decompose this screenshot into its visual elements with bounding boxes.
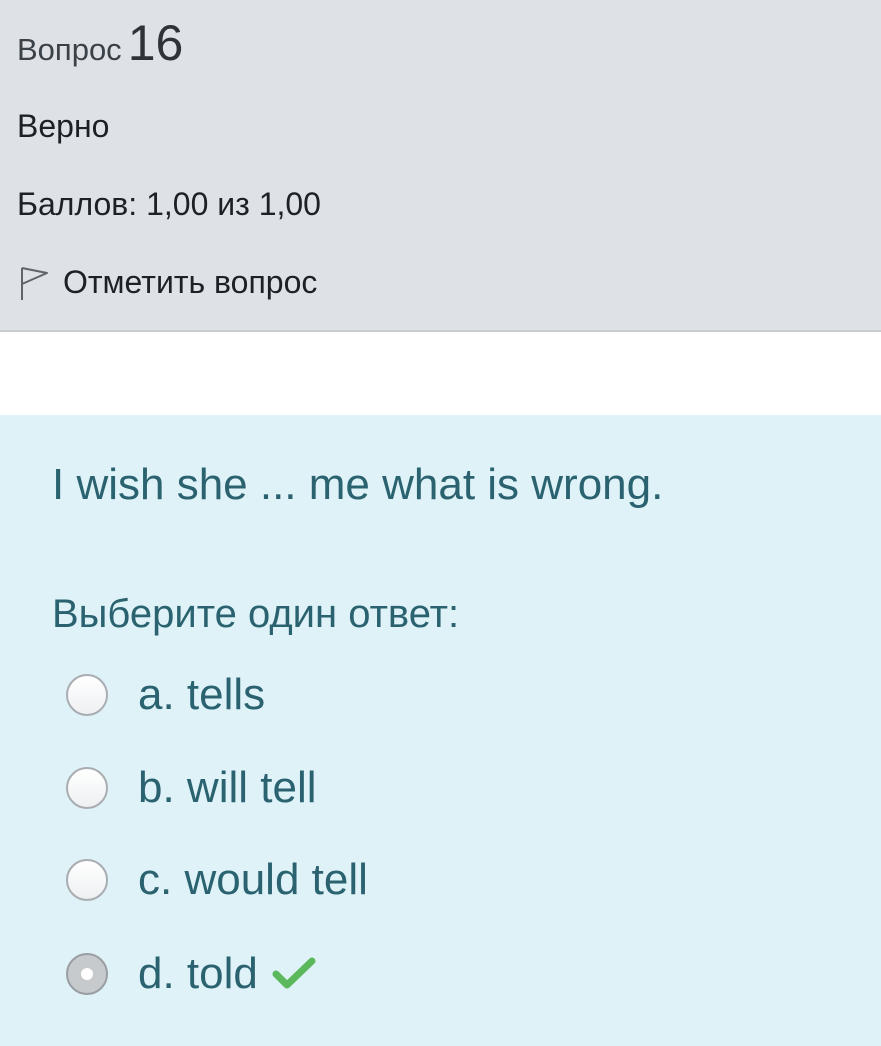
radio-button-d-selected[interactable] — [66, 953, 108, 995]
question-grade: Баллов: 1,00 из 1,00 — [17, 186, 321, 222]
question-info-panel: Вопрос 16 Верно Баллов: 1,00 из 1,00 Отме… — [0, 0, 881, 332]
radio-button-a[interactable] — [66, 674, 108, 716]
flag-question-link[interactable]: Отметить вопрос — [17, 262, 317, 302]
answer-option-b[interactable]: b. will tell — [66, 763, 317, 813]
answer-option-d[interactable]: d. told — [66, 949, 316, 999]
question-text: I wish she ... me what is wrong. — [52, 460, 664, 509]
checkmark-icon — [272, 956, 316, 992]
question-number: 16 — [127, 15, 184, 71]
answer-option-c[interactable]: c. would tell — [66, 855, 368, 905]
question-heading: Вопрос 16 — [17, 18, 183, 68]
flag-icon — [17, 262, 51, 302]
flag-question-label: Отметить вопрос — [63, 263, 318, 300]
radio-button-c[interactable] — [66, 859, 108, 901]
answer-option-label-c: c. would tell — [138, 855, 368, 904]
answer-prompt: Выберите один ответ: — [52, 592, 460, 636]
answer-option-label-b: b. will tell — [138, 763, 317, 812]
question-formulation: I wish she ... me what is wrong. Выберит… — [0, 415, 881, 1046]
radio-button-b[interactable] — [66, 767, 108, 809]
answer-option-a[interactable]: a. tells — [66, 670, 265, 720]
answer-option-label-a: a. tells — [138, 670, 266, 719]
question-state: Верно — [17, 108, 110, 144]
answer-option-label-d: d. told — [138, 949, 258, 998]
question-label: Вопрос — [17, 32, 122, 67]
